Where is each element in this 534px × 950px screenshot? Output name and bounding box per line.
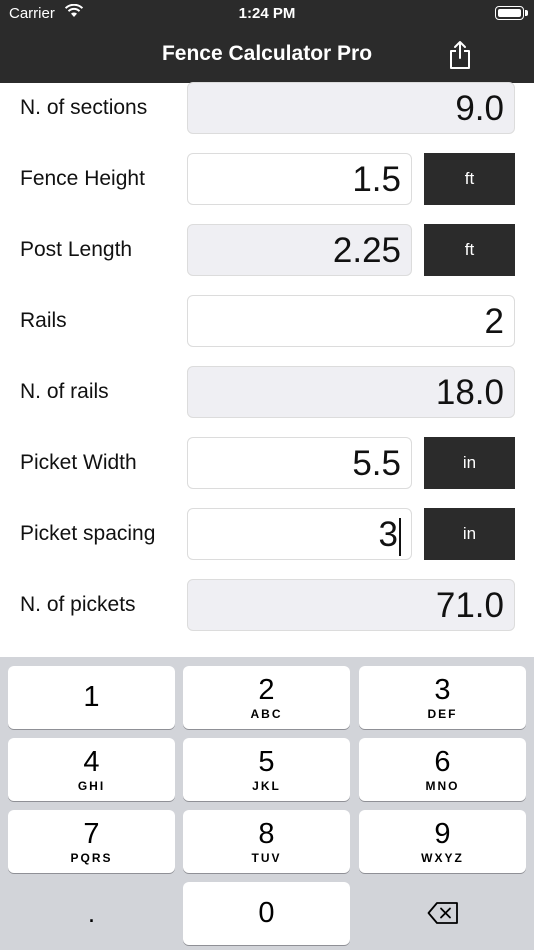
picket-spacing-value: 3 <box>378 515 398 554</box>
key-digit: 5 <box>258 746 275 778</box>
key-letters: TUV <box>251 851 282 865</box>
fence-height-unit-button[interactable]: ft <box>424 153 515 205</box>
numeric-keypad: 1 2 ABC 3 DEF 4 GHI 5 JKL 6 MNO 7 PQRS 8… <box>0 657 534 950</box>
post-length-unit-button[interactable]: ft <box>424 224 515 276</box>
row-label: N. of sections <box>20 96 148 119</box>
backspace-icon <box>427 902 458 924</box>
key-letters: DEF <box>427 707 458 721</box>
row-label: Rails <box>20 309 67 332</box>
key-digit: . <box>87 898 96 928</box>
row-fence-height: Fence Height 1.5 ft <box>0 153 534 205</box>
clock: 1:24 PM <box>238 5 296 22</box>
key-digit: 6 <box>434 746 451 778</box>
key-digit: 1 <box>83 681 100 713</box>
key-digit: 9 <box>434 818 451 850</box>
key-5[interactable]: 5 JKL <box>183 738 350 801</box>
row-label: N. of rails <box>20 380 109 403</box>
key-letters: JKL <box>252 779 281 793</box>
num-rails-output: 18.0 <box>187 366 515 418</box>
fence-height-input[interactable]: 1.5 <box>187 153 412 205</box>
key-letters: WXYZ <box>421 851 464 865</box>
post-length-output: 2.25 <box>187 224 412 276</box>
row-rails: Rails 2 <box>0 295 534 347</box>
key-9[interactable]: 9 WXYZ <box>359 810 526 873</box>
top-bar: Carrier 1:24 PM Fence Calculator Pro <box>0 0 534 83</box>
picket-width-input[interactable]: 5.5 <box>187 437 412 489</box>
row-num-pickets: N. of pickets 71.0 <box>0 579 534 631</box>
key-digit: 3 <box>434 674 451 706</box>
share-icon[interactable] <box>447 40 473 70</box>
row-sections: N. of sections 9.0 <box>0 82 534 134</box>
row-label: Picket Width <box>20 451 137 474</box>
key-7[interactable]: 7 PQRS <box>8 810 175 873</box>
row-label: Picket spacing <box>20 522 156 545</box>
key-0[interactable]: 0 <box>183 882 350 945</box>
row-num-rails: N. of rails 18.0 <box>0 366 534 418</box>
row-label: Post Length <box>20 238 133 261</box>
key-3[interactable]: 3 DEF <box>359 666 526 729</box>
key-2[interactable]: 2 ABC <box>183 666 350 729</box>
key-letters: MNO <box>425 779 460 793</box>
row-picket-width: Picket Width 5.5 in <box>0 437 534 489</box>
picket-width-unit-button[interactable]: in <box>424 437 515 489</box>
key-delete[interactable] <box>359 882 526 945</box>
rails-input[interactable]: 2 <box>187 295 515 347</box>
text-cursor <box>399 517 401 556</box>
sections-output: 9.0 <box>187 82 515 134</box>
row-label: Fence Height <box>20 167 145 190</box>
key-6[interactable]: 6 MNO <box>359 738 526 801</box>
row-picket-spacing: Picket spacing 3 in <box>0 508 534 560</box>
key-digit: 0 <box>258 897 275 929</box>
key-decimal[interactable]: . <box>8 882 175 945</box>
key-letters: ABC <box>250 707 283 721</box>
key-digit: 4 <box>83 746 100 778</box>
row-label: N. of pickets <box>20 593 136 616</box>
key-8[interactable]: 8 TUV <box>183 810 350 873</box>
key-1[interactable]: 1 <box>8 666 175 729</box>
key-digit: 2 <box>258 674 275 706</box>
key-digit: 7 <box>83 818 100 850</box>
num-pickets-output: 71.0 <box>187 579 515 631</box>
row-post-length: Post Length 2.25 ft <box>0 224 534 276</box>
key-letters: GHI <box>77 779 106 793</box>
picket-spacing-input[interactable]: 3 <box>187 508 412 560</box>
key-4[interactable]: 4 GHI <box>8 738 175 801</box>
picket-spacing-unit-button[interactable]: in <box>424 508 515 560</box>
key-letters: PQRS <box>70 851 113 865</box>
battery-icon <box>495 6 528 20</box>
key-digit: 8 <box>258 818 275 850</box>
